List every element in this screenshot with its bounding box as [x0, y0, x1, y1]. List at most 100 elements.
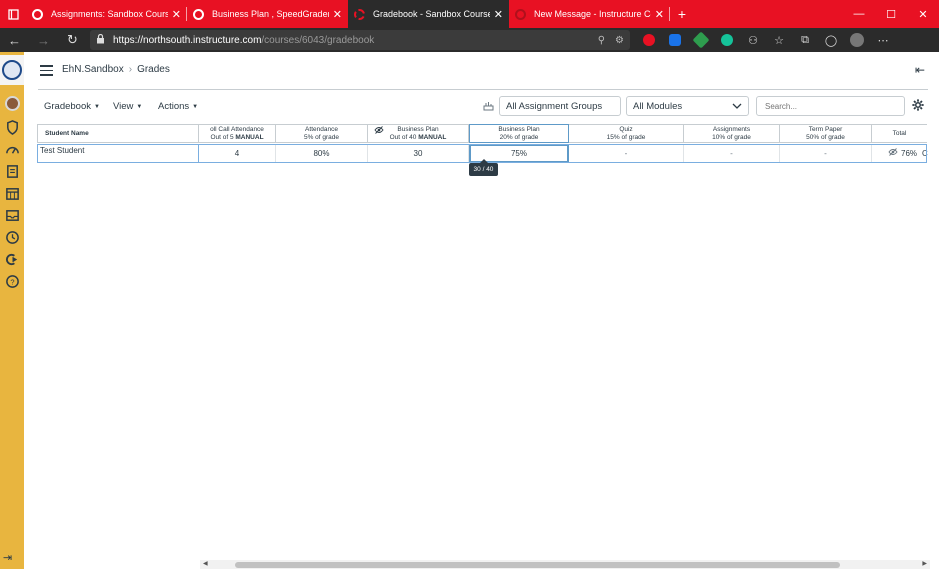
column-header-attendance[interactable]: Attendance 5% of grade: [276, 124, 368, 143]
new-tab-button[interactable]: +: [670, 0, 694, 28]
browser-tab-assignments[interactable]: Assignments: Sandbox Course F... ✕: [26, 0, 187, 28]
column-header-quiz[interactable]: Quiz 15% of grade: [569, 124, 684, 143]
grade-cell-total[interactable]: 76% C: [872, 144, 928, 163]
grade-cell-quiz[interactable]: -: [569, 144, 684, 163]
help-icon: ?: [5, 274, 19, 288]
scroll-left-arrow-icon[interactable]: ◀: [203, 560, 208, 567]
back-arrow-icon[interactable]: ←: [0, 33, 29, 48]
forward-arrow-icon[interactable]: →: [29, 33, 58, 48]
column-header-business-plan-group[interactable]: Business Plan 20% of grade: [469, 124, 569, 143]
close-window-icon[interactable]: ✕: [907, 0, 939, 28]
grade-cell-term-paper[interactable]: -: [780, 144, 872, 163]
speedometer-icon: [5, 146, 19, 154]
nav-history[interactable]: [3, 228, 21, 246]
address-bar[interactable]: https://northsouth.instructure.com/cours…: [90, 30, 630, 50]
shield-icon: [6, 119, 18, 135]
refresh-icon[interactable]: ↻: [58, 32, 87, 48]
nav-account[interactable]: [3, 94, 21, 112]
gradebook-menu[interactable]: Gradebook ▼: [44, 101, 100, 112]
gradebook-menu-label: Gradebook: [44, 101, 92, 112]
score-tooltip: 30 / 40: [469, 159, 498, 176]
grade-cell-assignments[interactable]: -: [684, 144, 780, 163]
zoom-icon[interactable]: ⚲: [598, 35, 605, 46]
extension-blue-icon[interactable]: [662, 34, 688, 46]
view-menu[interactable]: View ▼: [113, 101, 142, 112]
header-divider: [38, 89, 928, 90]
grade-cell-attendance[interactable]: 80%: [276, 144, 368, 163]
favorites-star-icon[interactable]: ☆: [766, 34, 792, 47]
column-header-total[interactable]: Total: [872, 124, 927, 143]
inbox-icon: [5, 209, 19, 221]
column-header-business-plan-assignment[interactable]: Business Plan Out of 40 MANUAL: [368, 124, 469, 143]
breadcrumb: EhN.Sandbox › Grades: [62, 64, 170, 75]
nav-dashboard[interactable]: [3, 140, 21, 158]
minimize-icon[interactable]: —: [843, 0, 875, 28]
account-avatar-icon: [4, 95, 20, 111]
tab-actions-icon[interactable]: [0, 0, 26, 28]
window-controls: — ☐ ✕: [843, 0, 939, 28]
actions-menu[interactable]: Actions ▼: [158, 101, 198, 112]
tab-close-icon[interactable]: ✕: [172, 8, 181, 21]
column-header-assignments[interactable]: Assignments 10% of grade: [684, 124, 780, 143]
collapse-sidebar-icon[interactable]: ⇤: [915, 63, 925, 77]
maximize-icon[interactable]: ☐: [875, 0, 907, 28]
nav-help[interactable]: ?: [3, 272, 21, 290]
modules-value: All Modules: [633, 100, 683, 112]
scroll-right-arrow-icon[interactable]: ▶: [922, 560, 927, 567]
student-search-input[interactable]: [756, 96, 905, 116]
browser-tab-gradebook[interactable]: Gradebook - Sandbox Course Fo... ✕: [348, 0, 509, 28]
collections-icon[interactable]: ⧉: [792, 34, 818, 47]
horizontal-scrollbar[interactable]: ◀ ▶: [200, 560, 930, 569]
nav-courses[interactable]: [3, 162, 21, 180]
tab-close-icon[interactable]: ✕: [333, 8, 342, 21]
modules-select[interactable]: All Modules: [626, 96, 749, 116]
tab-title: New Message - Instructure Comm...: [534, 9, 651, 19]
more-options-icon[interactable]: ⋯: [870, 34, 896, 47]
browser-tab-speedgrader[interactable]: Business Plan , SpeedGrader, Sa... ✕: [187, 0, 348, 28]
tab-close-icon[interactable]: ✕: [655, 8, 664, 21]
browser-toolbar: ← → ↻ https://northsouth.instructure.com…: [0, 28, 939, 52]
extensions-bar: ⚇ ☆ ⧉ ◯ ⋯: [636, 31, 896, 49]
profile-avatar-icon[interactable]: [844, 33, 870, 47]
caret-down-icon: ▼: [192, 104, 199, 110]
url-host: https://northsouth.instructure.com: [113, 34, 262, 46]
nav-commons[interactable]: [3, 250, 21, 268]
column-subtitle: 15% of grade: [606, 133, 646, 141]
browser-tab-new-message[interactable]: New Message - Instructure Comm... ✕: [509, 0, 670, 28]
institution-logo[interactable]: [0, 55, 24, 85]
assignment-groups-select[interactable]: All Assignment Groups: [499, 96, 621, 116]
gear-icon[interactable]: [912, 99, 924, 114]
extensions-icon[interactable]: ⚇: [740, 34, 766, 47]
column-header-student-name[interactable]: Student Name: [37, 124, 199, 143]
scrollbar-thumb[interactable]: [235, 562, 840, 568]
student-name-link[interactable]: Test Student: [40, 146, 84, 155]
nav-calendar[interactable]: [3, 184, 21, 202]
hamburger-menu-icon[interactable]: [40, 65, 53, 79]
view-menu-label: View: [113, 101, 134, 112]
grid-header-row: Student Name oll Call Attendance Out of …: [37, 124, 927, 143]
browser-essentials-icon[interactable]: ◯: [818, 34, 844, 47]
breadcrumb-course-link[interactable]: EhN.Sandbox: [62, 64, 124, 75]
student-name-cell[interactable]: Test Student: [37, 144, 199, 163]
nav-inbox[interactable]: [3, 206, 21, 224]
lock-icon: [96, 33, 105, 47]
canvas-favicon-icon: [354, 8, 365, 20]
column-title: Assignments: [712, 125, 751, 133]
column-title: Total: [892, 129, 907, 137]
column-header-term-paper[interactable]: Term Paper 50% of grade: [780, 124, 872, 143]
expand-navigation-icon[interactable]: ⇥: [3, 551, 12, 564]
column-subtitle: 10% of grade: [712, 133, 751, 141]
grade-cell-business-plan-assignment[interactable]: 30: [368, 144, 469, 163]
grammarly-icon[interactable]: [714, 34, 740, 46]
commons-arrow-icon: [5, 253, 17, 265]
extension-red-icon[interactable]: [636, 34, 662, 46]
grade-cell-roll-call-attendance[interactable]: 4: [199, 144, 276, 163]
extension-green-icon[interactable]: [688, 31, 714, 49]
sync-grades-icon[interactable]: [483, 101, 494, 114]
nav-admin[interactable]: [3, 118, 21, 136]
tracking-prevention-icon[interactable]: ⚙: [615, 35, 624, 46]
column-header-roll-call-attendance[interactable]: oll Call Attendance Out of 5 MANUAL: [199, 124, 276, 143]
tab-close-icon[interactable]: ✕: [494, 8, 503, 21]
total-letter-grade: C: [922, 148, 928, 158]
column-subtitle: Out of 5 MANUAL: [210, 133, 264, 141]
